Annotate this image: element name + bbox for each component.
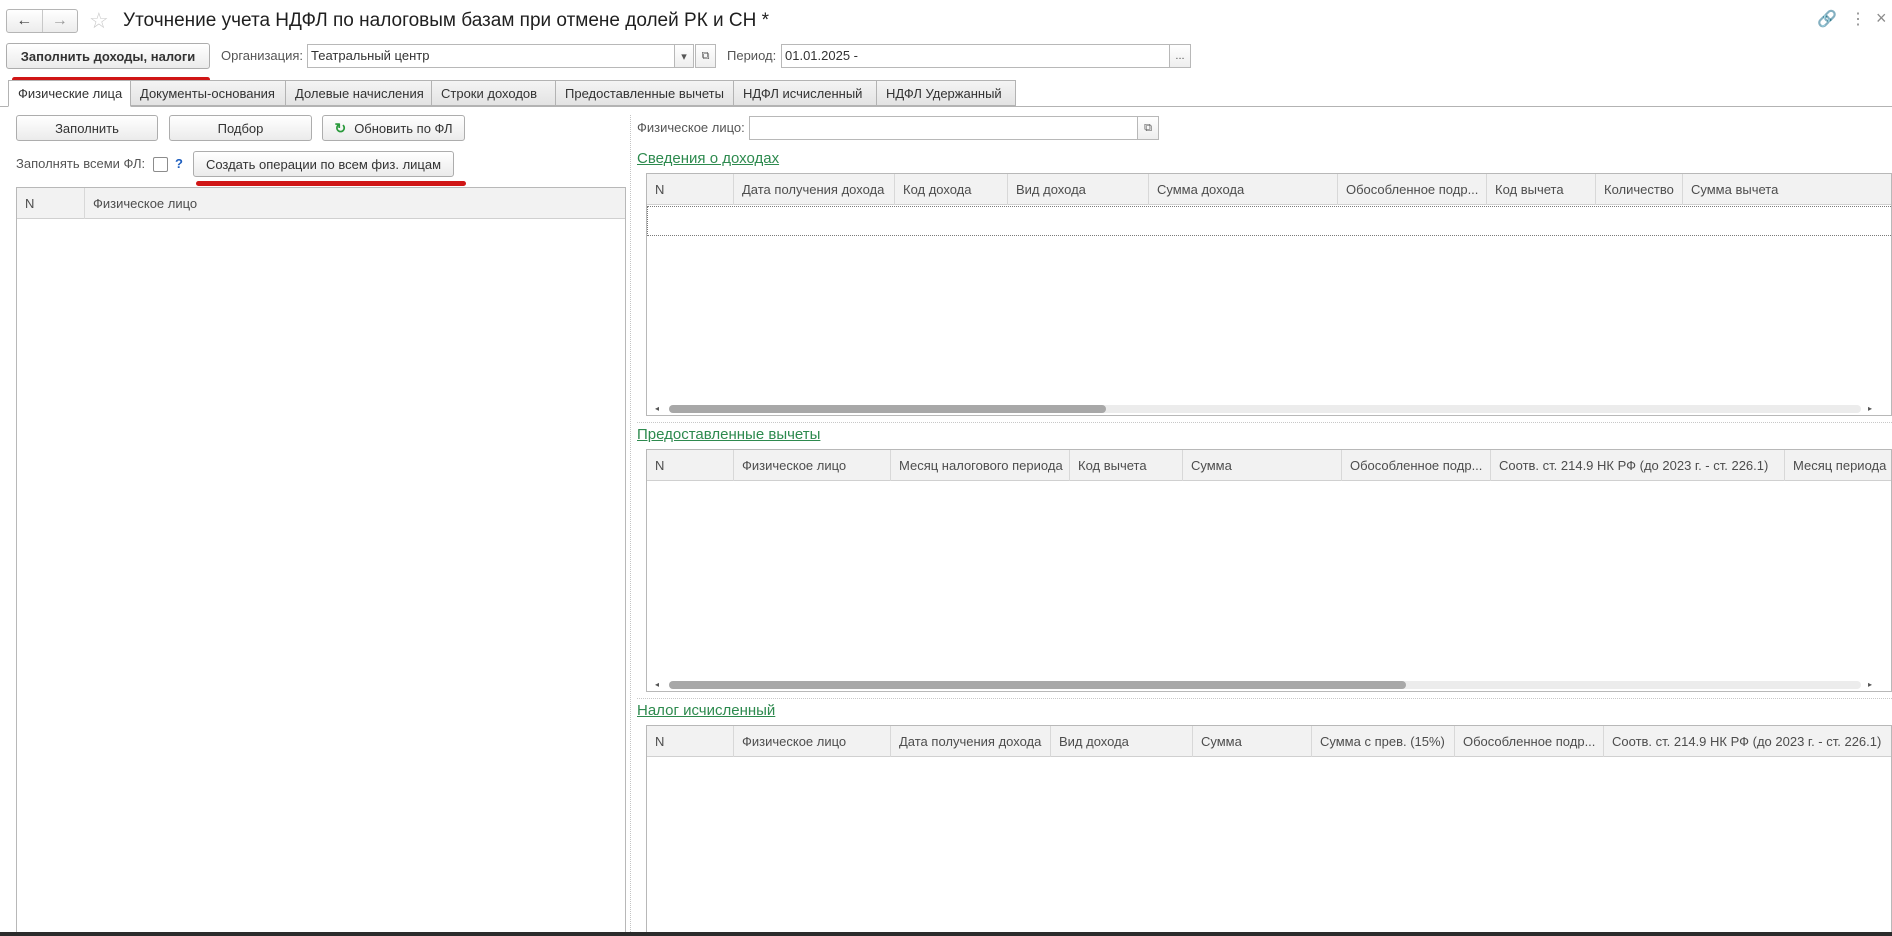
column-header[interactable]: Обособленное подр...: [1338, 174, 1487, 205]
period-field[interactable]: 01.01.2025 -: [781, 44, 1170, 68]
column-header[interactable]: Соотв. ст. 214.9 НК РФ (до 2023 г. - ст.…: [1604, 726, 1891, 757]
fill-income-taxes-button[interactable]: Заполнить доходы, налоги: [6, 43, 210, 69]
column-header[interactable]: N: [647, 450, 734, 481]
org-field[interactable]: Театральный центр: [307, 44, 675, 68]
deductions-section-title[interactable]: Предоставленные вычеты: [637, 425, 820, 445]
column-header[interactable]: N: [647, 726, 734, 757]
column-header[interactable]: Вид дохода: [1008, 174, 1149, 205]
refresh-label: Обновить по ФЛ: [354, 120, 453, 136]
column-header[interactable]: Дата получения дохода: [734, 174, 895, 205]
column-header[interactable]: Сумма дохода: [1149, 174, 1338, 205]
period-select-button[interactable]: ...: [1169, 44, 1191, 68]
column-header[interactable]: Код вычета: [1070, 450, 1183, 481]
column-header[interactable]: N: [17, 188, 85, 219]
scroll-left-icon[interactable]: ◂: [655, 680, 659, 690]
column-header[interactable]: Физическое лицо: [734, 726, 891, 757]
column-header[interactable]: Месяц налогового периода: [891, 450, 1070, 481]
tab-share-accruals[interactable]: Долевые начисления: [286, 80, 432, 106]
window-bottom-border: [0, 932, 1892, 936]
period-label: Период:: [727, 48, 777, 63]
section-splitter[interactable]: [637, 422, 1892, 423]
tab-ndfl-calculated[interactable]: НДФЛ исчисленный: [734, 80, 877, 106]
table-header: N Физическое лицо Месяц налогового перио…: [647, 450, 1891, 481]
person-label: Физическое лицо:: [637, 120, 745, 135]
open-org-icon[interactable]: ⧉: [695, 44, 716, 68]
more-icon[interactable]: ⋮: [1850, 10, 1866, 30]
column-header[interactable]: Обособленное подр...: [1455, 726, 1604, 757]
scrollbar-thumb[interactable]: [669, 405, 1106, 413]
column-header[interactable]: Сумма: [1193, 726, 1312, 757]
open-person-icon[interactable]: ⧉: [1137, 116, 1159, 140]
link-icon[interactable]: 🔗: [1817, 10, 1837, 30]
forward-icon[interactable]: →: [41, 10, 78, 32]
tax-section-title[interactable]: Налог исчисленный: [637, 701, 775, 721]
income-table: N Дата получения дохода Код дохода Вид д…: [646, 173, 1892, 416]
table-header: N Физическое лицо: [17, 188, 625, 219]
tab-income-lines[interactable]: Строки доходов: [432, 80, 556, 106]
refresh-icon: ↻: [334, 119, 347, 136]
column-header[interactable]: Код дохода: [895, 174, 1008, 205]
column-header[interactable]: Сумма: [1183, 450, 1342, 481]
tax-table: N Физическое лицо Дата получения дохода …: [646, 725, 1892, 936]
panel-splitter[interactable]: [630, 115, 631, 936]
individuals-table: N Физическое лицо: [16, 187, 626, 936]
person-field[interactable]: [749, 116, 1138, 140]
column-header[interactable]: Дата получения дохода: [891, 726, 1051, 757]
column-header[interactable]: Месяц периода: [1785, 450, 1891, 481]
help-icon[interactable]: ?: [175, 156, 183, 171]
tab-individuals[interactable]: Физические лица: [8, 80, 131, 107]
fill-all-label: Заполнять всеми ФЛ:: [16, 156, 146, 171]
deductions-table: N Физическое лицо Месяц налогового перио…: [646, 449, 1892, 692]
column-header[interactable]: Вид дохода: [1051, 726, 1193, 757]
nav-buttons: ← →: [6, 9, 78, 33]
column-header[interactable]: Обособленное подр...: [1342, 450, 1491, 481]
column-header[interactable]: Сумма с прев. (15%): [1312, 726, 1455, 757]
back-icon[interactable]: ←: [7, 10, 42, 32]
page-title: Уточнение учета НДФЛ по налоговым базам …: [123, 10, 770, 31]
income-section-title[interactable]: Сведения о доходах: [637, 149, 779, 169]
favorite-star-icon[interactable]: ☆: [89, 8, 109, 34]
scroll-right-icon[interactable]: ▸: [1868, 404, 1872, 414]
scrollbar-thumb[interactable]: [669, 681, 1406, 689]
section-splitter[interactable]: [637, 698, 1892, 699]
refresh-by-individual-button[interactable]: ↻ Обновить по ФЛ: [322, 115, 465, 141]
column-header[interactable]: N: [647, 174, 734, 205]
scroll-left-icon[interactable]: ◂: [655, 404, 659, 414]
create-operations-button[interactable]: Создать операции по всем физ. лицам: [193, 151, 454, 177]
tab-ndfl-withheld[interactable]: НДФЛ Удержанный: [877, 80, 1016, 106]
fill-all-checkbox[interactable]: [153, 157, 168, 172]
column-header[interactable]: Код вычета: [1487, 174, 1596, 205]
column-header[interactable]: Сумма вычета: [1683, 174, 1891, 205]
table-header: N Физическое лицо Дата получения дохода …: [647, 726, 1891, 757]
column-header[interactable]: Физическое лицо: [85, 188, 625, 219]
scroll-right-icon[interactable]: ▸: [1868, 680, 1872, 690]
column-header[interactable]: Соотв. ст. 214.9 НК РФ (до 2023 г. - ст.…: [1491, 450, 1785, 481]
fill-button[interactable]: Заполнить: [16, 115, 158, 141]
close-icon[interactable]: ×: [1876, 8, 1887, 28]
column-header[interactable]: Физическое лицо: [734, 450, 891, 481]
column-header[interactable]: Количество: [1596, 174, 1683, 205]
chevron-down-icon[interactable]: ▾: [674, 44, 694, 68]
annotation-underline: [196, 181, 466, 186]
org-label: Организация:: [221, 48, 304, 63]
tab-source-documents[interactable]: Документы-основания: [131, 80, 286, 106]
table-header: N Дата получения дохода Код дохода Вид д…: [647, 174, 1891, 205]
tab-bar: Физические лица Документы-основания Доле…: [8, 80, 1016, 107]
tab-provided-deductions[interactable]: Предоставленные вычеты: [556, 80, 734, 106]
pick-button[interactable]: Подбор: [169, 115, 312, 141]
selected-row[interactable]: [647, 206, 1891, 236]
